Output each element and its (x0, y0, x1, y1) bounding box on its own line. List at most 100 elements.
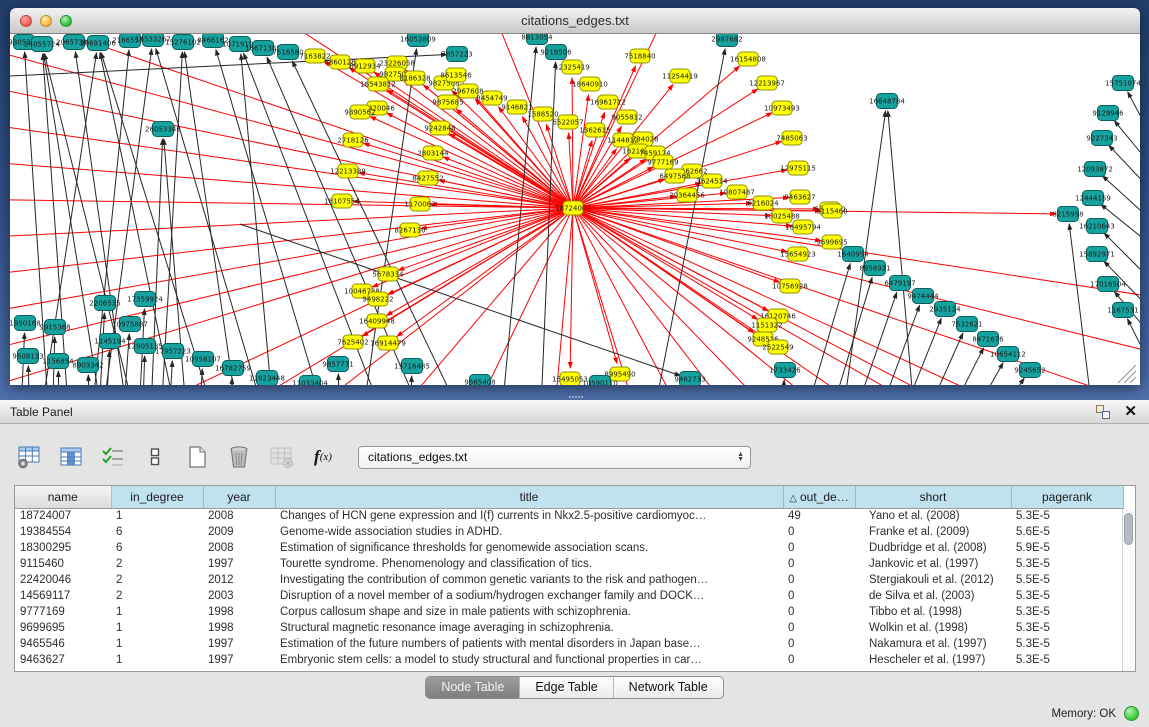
graph-node[interactable]: 1156854 (42, 354, 74, 369)
graph-node[interactable]: 9055812 (611, 110, 642, 124)
column-header-out_de[interactable]: △out_de… (783, 486, 855, 508)
graph-node[interactable]: 1950168 (10, 316, 41, 331)
graph-node[interactable]: 15751074 (1105, 76, 1140, 91)
graph-node[interactable]: 16914479 (370, 336, 406, 350)
column-header-short[interactable]: short (855, 486, 1011, 508)
graph-node[interactable]: 16154808 (730, 52, 766, 66)
graph-node[interactable]: 26053346 (145, 122, 181, 137)
show-columns-icon[interactable] (58, 444, 84, 470)
graph-node[interactable]: 7485063 (776, 131, 807, 145)
graph-node[interactable]: 16648784 (869, 94, 905, 109)
close-panel-icon[interactable]: ✕ (1124, 404, 1137, 419)
graph-node[interactable]: 15892971 (1079, 247, 1115, 262)
tab-node-table[interactable]: Node Table (426, 677, 520, 698)
graph-node[interactable]: 9245652 (1014, 363, 1045, 378)
graph-node[interactable]: 16210643 (1079, 219, 1115, 234)
graph-node[interactable]: 16961712 (590, 95, 626, 109)
column-header-in_degree[interactable]: in_degree (111, 486, 203, 508)
graph-node[interactable]: 8471676 (972, 332, 1004, 347)
graph-node[interactable]: 12093872 (1077, 162, 1113, 177)
graph-node[interactable]: 10654112 (990, 347, 1026, 362)
graph-node[interactable]: 12444159 (1075, 191, 1111, 206)
graph-node[interactable]: 15654923 (780, 247, 816, 261)
graph-node[interactable]: 9227343 (1086, 131, 1117, 146)
graph-node[interactable]: 7532621 (951, 317, 982, 332)
function-builder-icon[interactable]: f(x) (310, 444, 336, 470)
delete-table-icon[interactable] (226, 444, 252, 470)
graph-node[interactable]: 8813054 (521, 34, 553, 45)
table-selector-dropdown[interactable]: citations_edges.txt ▲▼ (358, 446, 751, 469)
graph-node[interactable]: 15716485 (394, 359, 430, 374)
column-header-pagerank[interactable]: pagerank (1011, 486, 1123, 508)
window-titlebar[interactable]: citations_edges.txt (10, 8, 1140, 34)
graph-node[interactable]: 18640910 (572, 77, 608, 91)
column-header-year[interactable]: year (203, 486, 275, 508)
graph-node[interactable]: 2987682 (711, 34, 742, 47)
table-row[interactable]: 1456911722003Disruption of a novel membe… (15, 588, 1123, 604)
graph-node[interactable]: 12975115 (780, 161, 816, 175)
table-row[interactable]: 946362711997Embryonic stem cells: a mode… (15, 652, 1123, 668)
table-row[interactable]: 1938455462009Genome-wide association stu… (15, 524, 1123, 540)
table-row[interactable]: 1872400712008Changes of HCN gene express… (15, 508, 1123, 524)
column-header-title[interactable]: title (275, 486, 783, 508)
network-canvas[interactable]: 1872400771638228860128891293423226058982… (10, 34, 1140, 385)
graph-node[interactable]: 12213967 (749, 76, 785, 90)
zoom-window-button[interactable] (60, 15, 72, 27)
graph-node[interactable]: 9129946 (1092, 106, 1124, 121)
table-cell: Changes of HCN gene expression and I(f) … (275, 508, 783, 524)
graph-node[interactable]: 16409948 (359, 314, 395, 328)
graph-node[interactable]: 16053809 (400, 34, 436, 47)
citation-edge-red (573, 208, 890, 385)
graph-node[interactable]: 9508133 (12, 349, 43, 364)
scrollbar-thumb[interactable] (1124, 513, 1133, 545)
graph-node[interactable]: 10973493 (764, 101, 800, 115)
graph-node[interactable]: 6479197 (884, 276, 915, 291)
table-row[interactable]: 911546021997Tourette syndrome. Phenomeno… (15, 556, 1123, 572)
graph-node-label: 9508133 (12, 353, 43, 361)
table-row[interactable]: 969969511998Structural magnetic resonanc… (15, 620, 1123, 636)
citation-edge-black (825, 278, 872, 385)
table-row[interactable]: 946554611997Estimation of the future num… (15, 636, 1123, 652)
graph-node[interactable]: 9474444 (907, 289, 939, 304)
table-row[interactable]: 2242004622012Investigating the contribut… (15, 572, 1123, 588)
citation-edge-black (142, 356, 145, 385)
table-scrollbar[interactable] (1122, 509, 1135, 671)
close-window-button[interactable] (20, 15, 32, 27)
memory-status-indicator[interactable] (1124, 706, 1139, 721)
graph-node[interactable]: 9463627 (784, 190, 815, 204)
new-table-icon[interactable] (184, 444, 210, 470)
graph-node[interactable]: 18107554 (324, 194, 360, 208)
graph-node[interactable]: 12213389 (330, 164, 366, 178)
graph-node[interactable]: 8427552 (412, 171, 443, 185)
column-header-name[interactable]: name (15, 486, 111, 508)
graph-node[interactable]: 9915368 (39, 320, 70, 335)
graph-node[interactable]: 10807487 (719, 185, 755, 199)
graph-node[interactable]: 1733426 (769, 363, 801, 378)
table-settings-icon[interactable] (16, 444, 42, 470)
table-row[interactable]: 1830029562008Estimation of significance … (15, 540, 1123, 556)
minimize-window-button[interactable] (40, 15, 52, 27)
graph-node[interactable]: 9699695 (816, 235, 847, 249)
graph-node[interactable]: 12325419 (554, 60, 590, 74)
table-cell: Investigating the contribution of common… (275, 572, 783, 588)
canvas-resize-grip[interactable] (1118, 365, 1136, 383)
graph-node[interactable]: 9218506 (540, 45, 572, 60)
tab-network-table[interactable]: Network Table (614, 677, 723, 698)
graph-node[interactable]: 7518840 (624, 49, 655, 63)
graph-node[interactable]: 11033404 (292, 376, 328, 386)
graph-node[interactable]: 17359924 (127, 292, 163, 307)
graph-node[interactable]: 7625402 (337, 335, 368, 349)
tab-edge-table[interactable]: Edge Table (520, 677, 613, 698)
table-row[interactable]: 977716911998Corpus callosum shape and si… (15, 604, 1123, 620)
citation-edge-black (1109, 145, 1140, 189)
graph-node[interactable]: 7857223 (441, 47, 472, 62)
select-columns-icon[interactable] (100, 444, 126, 470)
float-panel-icon[interactable] (1095, 404, 1110, 419)
graph-node[interactable]: 9857771 (322, 357, 353, 372)
graph-node[interactable]: 11254419 (662, 69, 698, 83)
row-height-icon[interactable] (142, 444, 168, 470)
graph-node[interactable]: 1170062 (404, 197, 435, 211)
graph-node[interactable]: 9565408 (464, 375, 495, 386)
graph-node[interactable]: 8215958 (1052, 207, 1083, 222)
graph-node[interactable]: 2206535 (89, 296, 120, 311)
